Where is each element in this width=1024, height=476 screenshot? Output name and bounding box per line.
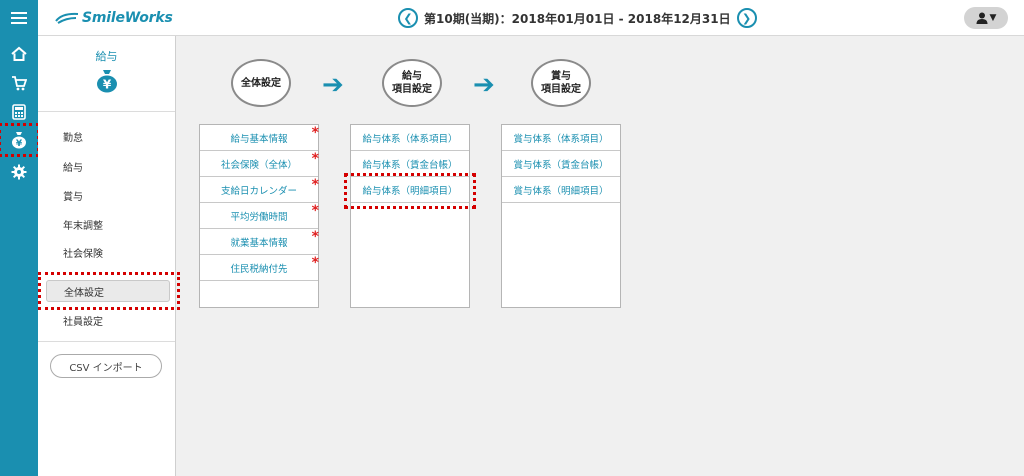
home-icon	[11, 46, 27, 61]
payroll-submenu: 給与 ¥ 勤怠 給与 賞与 年末調整 社会保険 全体設定 社員設定 CSV イン…	[38, 36, 176, 476]
required-mark: *	[311, 255, 319, 271]
submenu-item-employee-settings[interactable]: 社員設定	[46, 309, 170, 331]
menu-label: 社会保険	[63, 248, 103, 260]
gear-icon	[11, 164, 27, 180]
step-label: 賞与 項目設定	[541, 71, 581, 95]
required-mark: *	[311, 229, 319, 245]
link-payday-calendar[interactable]: 支給日カレンダー *	[200, 177, 319, 203]
moneybag-yen-icon: ¥	[12, 132, 26, 149]
submenu-item-bonus[interactable]: 賞与	[46, 184, 170, 206]
chevron-right-icon[interactable]: ❯	[736, 8, 757, 28]
submenu-item-salary[interactable]: 給与	[46, 155, 170, 177]
link-bonus-structure-ledger[interactable]: 賞与体系（賃金台帳）	[502, 151, 620, 177]
rail-accounting[interactable]	[0, 98, 38, 126]
moneybag-yen-icon: ¥	[96, 70, 117, 93]
step-label: 給与 項目設定	[392, 71, 432, 95]
link-average-work-hours[interactable]: 平均労働時間 *	[200, 203, 319, 229]
submenu-header: 給与 ¥	[38, 36, 175, 112]
logo-swoosh-icon	[55, 12, 79, 24]
link-salary-structure-items[interactable]: 給与体系（体系項目）	[351, 125, 469, 151]
chevron-down-icon: ▼	[989, 13, 997, 23]
step-salary-items: 給与 項目設定	[382, 59, 442, 107]
divider	[38, 341, 175, 342]
rail-sales[interactable]	[0, 69, 38, 97]
submenu-item-general-settings[interactable]: 全体設定	[46, 280, 170, 302]
logo-text: SmileWorks	[82, 10, 173, 26]
app-logo[interactable]: SmileWorks	[54, 6, 173, 30]
link-bonus-structure-payslip[interactable]: 賞与体系（明細項目）	[502, 177, 620, 203]
menu-label: 賞与	[63, 191, 83, 203]
arrow-right-icon: ➔	[322, 70, 344, 100]
icon-rail: ¥	[0, 36, 40, 476]
hamburger-menu-icon[interactable]	[0, 0, 38, 36]
svg-text:¥: ¥	[16, 139, 23, 149]
user-menu-button[interactable]: ▼	[964, 7, 1008, 29]
rail-payroll[interactable]: ¥	[0, 123, 40, 157]
submenu-item-attendance[interactable]: 勤怠	[46, 125, 170, 147]
step-bonus-items: 賞与 項目設定	[531, 59, 591, 107]
menu-label: 給与	[63, 162, 83, 174]
user-icon	[976, 12, 988, 24]
calculator-icon	[12, 104, 26, 120]
submenu-title: 給与	[95, 50, 118, 63]
bonus-items-list: 賞与体系（体系項目） 賞与体系（賃金台帳） 賞与体系（明細項目）	[501, 124, 621, 308]
salary-items-list: 給与体系（体系項目） 給与体系（賃金台帳） 給与体系（明細項目）	[350, 124, 470, 308]
menu-label: 勤怠	[63, 132, 83, 144]
required-mark: *	[311, 151, 319, 167]
link-employment-basic-info[interactable]: 就業基本情報 *	[200, 229, 319, 255]
link-bonus-structure-items[interactable]: 賞与体系（体系項目）	[502, 125, 620, 151]
link-social-insurance-general[interactable]: 社会保険（全体） *	[200, 151, 319, 177]
rail-settings[interactable]	[0, 158, 38, 186]
link-salary-structure-ledger[interactable]: 給与体系（賃金台帳）	[351, 151, 469, 177]
submenu-item-social-insurance[interactable]: 社会保険	[46, 241, 170, 263]
required-mark: *	[311, 203, 319, 219]
step-label: 全体設定	[241, 77, 281, 89]
cart-icon	[12, 76, 27, 91]
step-general-settings: 全体設定	[231, 59, 291, 107]
top-header: SmileWorks ❮ 第10期(当期)：2018年01月01日 - 2018…	[0, 0, 1024, 36]
menu-label: 全体設定	[64, 287, 104, 299]
arrow-right-icon: ➔	[473, 70, 495, 100]
menu-label: 社員設定	[63, 316, 103, 328]
link-resident-tax-payee[interactable]: 住民税納付先 *	[200, 255, 319, 281]
fiscal-period: ❮ 第10期(当期)：2018年01月01日 - 2018年12月31日 ❯	[398, 6, 757, 30]
required-mark: *	[311, 125, 319, 141]
link-basic-salary-info[interactable]: 給与基本情報 *	[200, 125, 319, 151]
rail-home[interactable]	[0, 40, 38, 68]
link-salary-structure-payslip[interactable]: 給与体系（明細項目）	[351, 177, 469, 203]
required-mark: *	[311, 177, 319, 193]
svg-text:¥: ¥	[102, 78, 111, 92]
csv-import-button[interactable]: CSV インポート	[50, 354, 162, 378]
period-label: 第10期(当期)：2018年01月01日 - 2018年12月31日	[424, 11, 731, 26]
general-settings-list: 給与基本情報 * 社会保険（全体） * 支給日カレンダー * 平均労働時間 * 就業基本…	[199, 124, 319, 308]
submenu-item-year-end[interactable]: 年末調整	[46, 213, 170, 235]
menu-label: 年末調整	[63, 220, 103, 232]
chevron-left-icon[interactable]: ❮	[398, 8, 418, 28]
